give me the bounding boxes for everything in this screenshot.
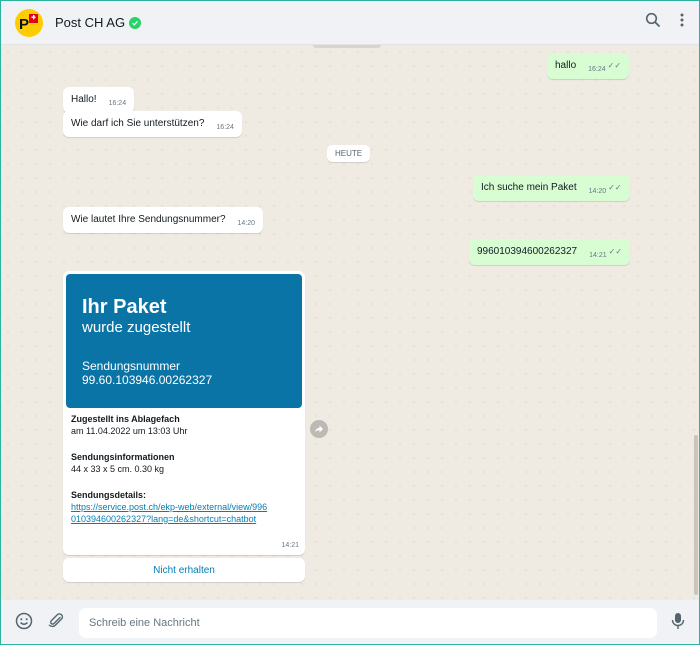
banner-title: Ihr Paket [82,296,167,318]
message-bubble-outgoing[interactable]: hallo 16:24 ✓✓ [547,53,630,79]
message-bubble-outgoing[interactable]: 996010394600262327 14:21 ✓✓ [469,239,631,265]
attach-icon[interactable] [47,612,65,635]
post-logo-icon: P [19,13,38,33]
message-time: 14:21 [281,542,299,549]
message-time: 16:24 [216,124,234,131]
conversation-panel[interactable]: hallo 16:24 ✓✓ Hallo! 16:24 Wie darf ich Si… [1,45,699,600]
shipment-card-body: Zugestellt ins Ablagefach am 11.04.2022 … [71,413,299,525]
whatsapp-window: P Post CH AG hallo 16:24 ✓✓ Hallo! 16:24 Wi… [0,0,700,645]
chat-header[interactable]: P Post CH AG [1,1,699,45]
microphone-icon[interactable] [671,612,685,635]
forward-icon[interactable] [310,420,328,438]
shipment-details-heading: Sendungsdetails: [71,490,147,500]
read-receipt-icon: ✓✓ [607,61,622,70]
banner-subtitle: wurde zugestellt [82,319,191,336]
scrollbar[interactable] [693,45,699,600]
banner-tracking-label: Sendungsnummer [82,359,181,373]
message-bubble-incoming[interactable]: Wie darf ich Sie unterstützen? 16:24 [63,111,242,137]
shipment-details-link[interactable]: https://service.post.ch/ekp-web/external… [71,501,271,525]
banner-tracking-number: 99.60.103946.00262327 [82,373,213,387]
message-text: 996010394600262327 [477,246,578,257]
delivery-status-heading: Zugestellt ins Ablagefach [71,414,180,424]
previous-messages-indicator [313,45,381,48]
search-icon[interactable] [645,12,661,33]
avatar-letter: P [19,16,29,33]
message-text: Ich suche mein Paket [481,182,577,193]
read-receipt-icon: ✓✓ [608,247,623,256]
message-input[interactable] [79,608,657,638]
shipment-info-heading: Sendungsinformationen [71,452,175,462]
message-bubble-incoming[interactable]: Wie lautet Ihre Sendungsnummer? 14:20 [63,207,264,233]
read-receipt-icon: ✓✓ [608,183,622,192]
message-text: Wie lautet Ihre Sendungsnummer? [71,214,226,225]
message-time: 14:20 [237,220,256,227]
shipment-card-banner: Ihr Paket wurde zugestellt Sendungsnumme… [66,274,302,408]
message-composer [1,600,699,644]
date-divider: HEUTE [327,145,371,162]
message-text: Hallo! [71,94,97,105]
menu-icon[interactable] [679,12,685,33]
message-time: 16:24 [588,66,606,73]
scrollbar-thumb[interactable] [694,435,698,595]
message-time: 16:24 [108,100,127,107]
message-time: 14:21 [589,252,607,259]
message-text: hallo [555,60,577,71]
verified-icon [129,16,142,29]
message-text: Wie darf ich Sie unterstützen? [71,118,205,129]
emoji-icon[interactable] [15,612,33,635]
avatar[interactable]: P [15,8,43,37]
shipment-info-text: 44 x 33 x 5 cm. 0.30 kg [71,464,165,474]
message-time: 14:20 [588,188,607,195]
delivery-status-text: am 11.04.2022 um 13:03 Uhr [71,426,188,436]
chat-title[interactable]: Post CH AG [55,15,125,30]
message-bubble-incoming[interactable]: Hallo! 16:24 [63,87,135,113]
header-actions [645,12,685,33]
not-received-button[interactable]: Nicht erhalten [63,558,305,582]
message-bubble-outgoing[interactable]: Ich suche mein Paket 14:20 ✓✓ [473,175,630,201]
shipment-card[interactable]: Ihr Paket wurde zugestellt Sendungsnumme… [63,271,305,555]
composer-actions [15,612,65,635]
